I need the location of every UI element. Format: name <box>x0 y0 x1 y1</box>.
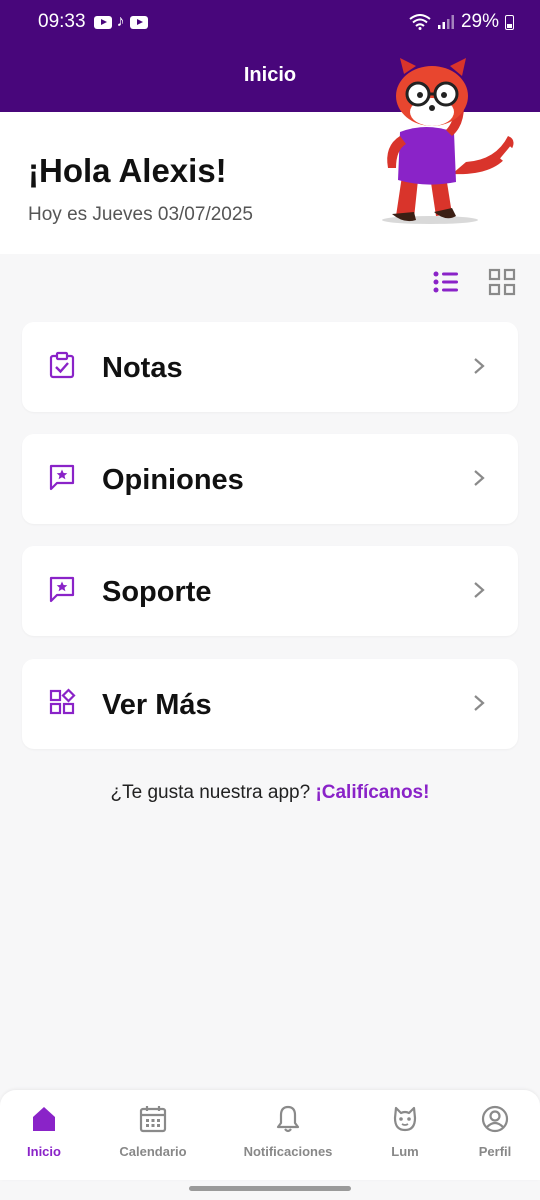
tiktok-icon: ♪ <box>116 13 125 30</box>
nav-label: Inicio <box>27 1144 61 1159</box>
battery-icon <box>505 14 514 30</box>
comment-star-icon <box>49 464 75 491</box>
menu-label: Soporte <box>102 576 212 608</box>
youtube-icon <box>129 15 148 29</box>
grid-view-button[interactable] <box>488 268 516 296</box>
greeting-text: ¡Hola Alexis! <box>28 152 227 189</box>
nav-perfil[interactable]: Perfil <box>470 1090 520 1180</box>
menu-card-opiniones[interactable]: Opiniones <box>22 434 518 524</box>
home-indicator[interactable] <box>189 1186 351 1191</box>
nav-notificaciones[interactable]: Notificaciones <box>238 1090 338 1180</box>
menu-card-ver-mas[interactable]: Ver Más <box>22 659 518 749</box>
status-time: 09:33 <box>38 11 86 32</box>
menu-label: Notas <box>102 352 183 384</box>
comment-star-icon <box>49 576 75 603</box>
bell-icon <box>276 1105 300 1133</box>
notification-icons: ♪ <box>93 13 148 30</box>
calendar-icon <box>139 1106 167 1133</box>
rate-app-prompt: ¿Te gusta nuestra app? ¡Califícanos! <box>0 782 540 804</box>
bottom-nav: Inicio Calendario Notificaciones Lum Per… <box>0 1090 540 1180</box>
mascot-icon <box>393 1106 417 1132</box>
wifi-icon <box>409 14 431 30</box>
menu-label: Opiniones <box>102 464 244 496</box>
rate-question: ¿Te gusta nuestra app? <box>110 782 311 803</box>
rate-app-link[interactable]: ¡Califícanos! <box>315 782 429 803</box>
nav-inicio[interactable]: Inicio <box>14 1090 74 1180</box>
nav-label: Perfil <box>478 1144 512 1159</box>
status-bar: 09:33 ♪ 29% <box>0 0 540 44</box>
nav-calendario[interactable]: Calendario <box>112 1090 194 1180</box>
menu-label: Ver Más <box>102 689 212 721</box>
chevron-right-icon <box>474 358 485 374</box>
menu-card-notas[interactable]: Notas <box>22 322 518 412</box>
list-icon <box>433 271 458 293</box>
nav-label: Calendario <box>119 1144 187 1159</box>
youtube-icon <box>93 15 112 29</box>
red-panda-mascot <box>382 58 514 224</box>
list-view-button[interactable] <box>432 268 460 296</box>
system-icons: 29% <box>409 11 514 33</box>
date-text: Hoy es Jueves 03/07/2025 <box>28 204 253 225</box>
chevron-right-icon <box>474 470 485 486</box>
battery-percent: 29% <box>460 11 499 32</box>
nav-label: Lum <box>391 1144 419 1159</box>
signal-icon <box>437 15 454 29</box>
nav-lum[interactable]: Lum <box>380 1090 430 1180</box>
home-icon <box>33 1107 55 1131</box>
chevron-right-icon <box>474 582 485 598</box>
chevron-right-icon <box>474 695 485 711</box>
profile-icon <box>481 1105 509 1133</box>
grid-icon <box>488 268 516 296</box>
clipboard-check-icon <box>49 351 75 379</box>
menu-card-soporte[interactable]: Soporte <box>22 546 518 636</box>
view-toggle <box>432 268 516 296</box>
apps-icon <box>49 688 76 715</box>
nav-label: Notificaciones <box>243 1144 333 1159</box>
